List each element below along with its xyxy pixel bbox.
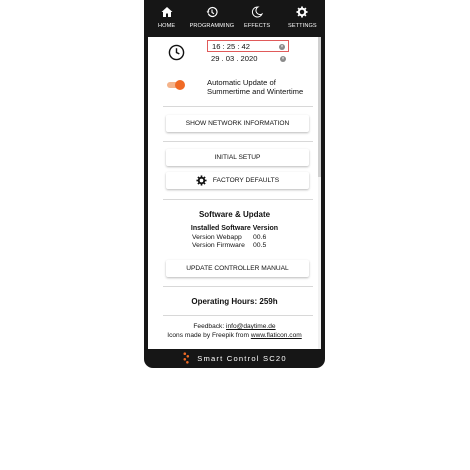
- show-network-button[interactable]: SHOW NETWORK INFORMATION: [166, 115, 309, 132]
- top-nav: HOME PROGRAMMING EFFECTS SETTINGS: [144, 0, 325, 37]
- factory-defaults-label: FACTORY DEFAULTS: [212, 177, 280, 184]
- dst-label: Automatic Update of Summertime and Winte…: [207, 78, 317, 96]
- webapp-version-label: Version Webapp: [192, 234, 242, 241]
- software-title: Software & Update: [198, 210, 271, 219]
- clock-icon: [168, 44, 185, 61]
- credits-prefix: Icons made by Freepik from: [167, 332, 249, 339]
- firmware-version-value: 00.5: [253, 242, 267, 249]
- divider: [163, 106, 313, 107]
- time-input[interactable]: 16 : 25 : 42 ×: [207, 40, 289, 52]
- flaticon-link[interactable]: www.flaticon.com: [251, 332, 302, 339]
- gear-icon: [296, 6, 308, 18]
- divider: [163, 141, 313, 142]
- dst-toggle[interactable]: [167, 80, 185, 90]
- history-icon: [206, 6, 218, 18]
- nav-home[interactable]: HOME: [144, 0, 189, 37]
- nav-programming[interactable]: PROGRAMMING: [189, 0, 234, 37]
- time-value: 16 : 25 : 42: [212, 42, 250, 51]
- clear-time-icon[interactable]: ×: [279, 44, 285, 50]
- moon-icon: [252, 6, 264, 18]
- feedback-label: Feedback:: [193, 323, 225, 330]
- settings-screen: 16 : 25 : 42 × 29 . 03 . 2020 × Automati…: [148, 37, 321, 349]
- nav-programming-label: PROGRAMMING: [189, 23, 235, 29]
- clear-date-icon[interactable]: ×: [280, 56, 286, 62]
- brand-logo-icon: [183, 352, 190, 364]
- update-manual-label: UPDATE CONTROLLER MANUAL: [186, 265, 289, 272]
- initial-setup-button[interactable]: INITIAL SETUP: [166, 149, 309, 166]
- dst-label-line2: Summertime and Wintertime: [207, 87, 304, 96]
- nav-settings-label: SETTINGS: [287, 23, 317, 29]
- date-value: 29 . 03 . 2020: [211, 54, 258, 63]
- update-manual-button[interactable]: UPDATE CONTROLLER MANUAL: [166, 260, 309, 277]
- nav-home-label: HOME: [158, 23, 176, 29]
- firmware-version-row: Version Firmware 00.5: [192, 242, 266, 249]
- phone-frame: HOME PROGRAMMING EFFECTS SETTINGS 16: 2…: [144, 0, 325, 368]
- nav-settings[interactable]: SETTINGS: [280, 0, 325, 37]
- firmware-version-label: Version Firmware: [192, 242, 245, 249]
- scrollbar-thumb[interactable]: [318, 37, 321, 177]
- divider: [163, 315, 313, 316]
- installed-version-title: Installed Software Version: [190, 225, 279, 232]
- operating-hours-label: Operating Hours:: [191, 297, 258, 306]
- dst-label-line1: Automatic Update of: [207, 78, 276, 87]
- divider: [163, 199, 313, 200]
- webapp-version-row: Version Webapp 00.6: [192, 234, 266, 241]
- feedback-line: Feedback: info@daytime.de: [148, 323, 321, 330]
- webapp-version-value: 00.6: [253, 234, 267, 241]
- nav-effects[interactable]: EFFECTS: [235, 0, 280, 37]
- operating-hours-value: 259h: [259, 297, 278, 306]
- show-network-label: SHOW NETWORK INFORMATION: [185, 120, 290, 127]
- home-icon: [161, 7, 173, 17]
- divider: [163, 286, 313, 287]
- factory-gear-icon: [196, 175, 207, 186]
- footer-bar: Smart Control SC20: [144, 351, 325, 365]
- footer-title: Smart Control SC20: [197, 353, 287, 363]
- factory-defaults-button[interactable]: FACTORY DEFAULTS: [166, 172, 309, 189]
- scrollbar[interactable]: [318, 37, 321, 349]
- initial-setup-label: INITIAL SETUP: [214, 154, 261, 161]
- operating-hours: Operating Hours: 259h: [148, 297, 321, 306]
- credits-line: Icons made by Freepik from www.flaticon.…: [148, 332, 321, 339]
- feedback-email-link[interactable]: info@daytime.de: [226, 323, 276, 330]
- nav-effects-label: EFFECTS: [244, 23, 271, 29]
- toggle-knob: [175, 80, 185, 90]
- date-input[interactable]: 29 . 03 . 2020 ×: [207, 53, 289, 65]
